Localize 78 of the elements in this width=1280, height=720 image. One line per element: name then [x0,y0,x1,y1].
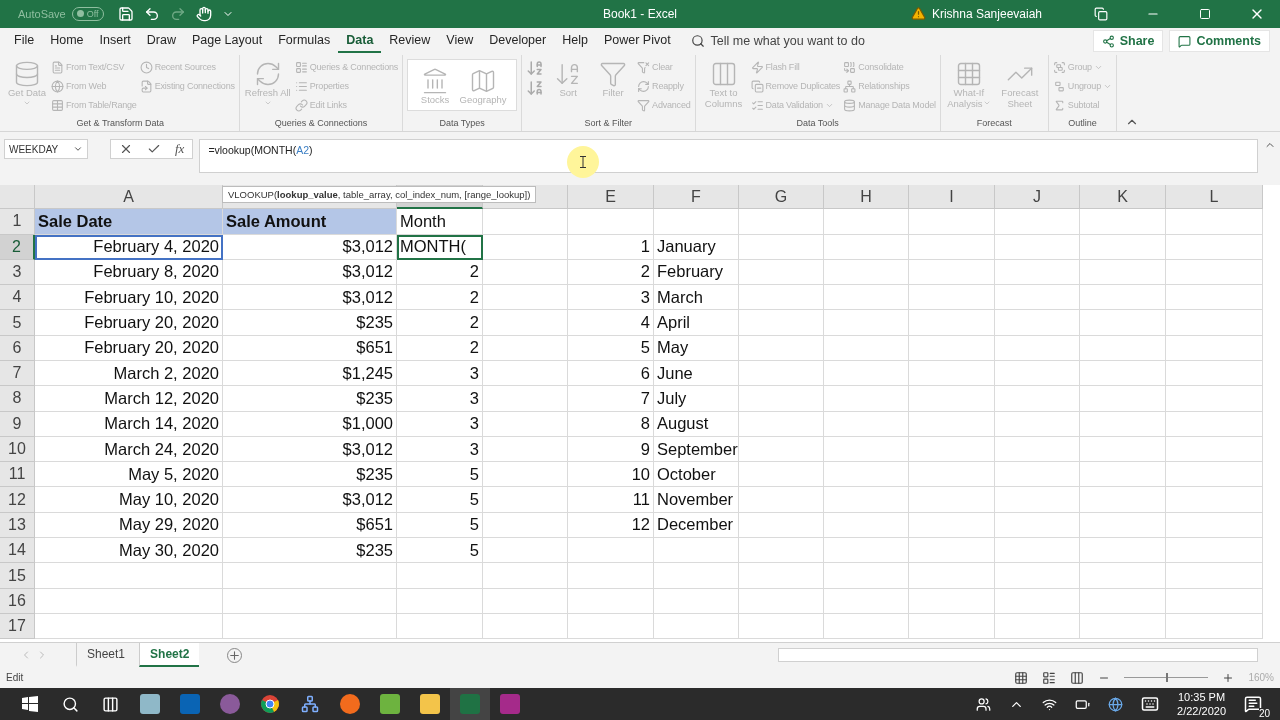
table-cell: January [654,234,739,260]
group-label: Data Types [438,118,486,131]
table-cell: 2 [568,259,654,286]
table-cell: March 2, 2020 [35,361,223,387]
table-cell: Month [397,209,483,235]
table-cell: 5 [397,538,483,564]
table-cell: April [654,310,739,336]
table-cell: February 10, 2020 [35,285,223,311]
table-cell: July [654,386,739,412]
table-cell: Sale Date [35,209,223,235]
table-cell: February 8, 2020 [35,259,223,286]
table-cell: 4 [568,310,654,336]
notification-count: 20 [1258,708,1270,719]
table-cell: May 30, 2020 [35,538,223,564]
table-cell: 5 [568,335,654,361]
group-label: Outline [1067,118,1098,131]
table-cell: 3 [397,436,483,463]
table-cell: 9 [568,436,654,463]
table-cell: $1,245 [223,361,397,387]
table-cell: February 20, 2020 [35,310,223,336]
table-cell: 2 [397,310,483,336]
table-cell: June [654,361,739,387]
table-cell: $235 [223,538,397,564]
table-cell: May 29, 2020 [35,512,223,539]
function-tooltip: VLOOKUP(lookup_value, table_array, col_index_num, [range_lookup]) [222,186,537,203]
table-cell: 3 [397,411,483,437]
table-cell: March [654,285,739,311]
table-cell: $3,012 [223,436,397,463]
table-cell: December [654,512,739,539]
table-cell: May [654,335,739,361]
table-cell: 3 [397,386,483,412]
table-cell: May 5, 2020 [35,462,223,488]
group-label: Data Tools [795,118,840,131]
table-cell: 6 [568,361,654,387]
table-cell: $235 [223,310,397,336]
table-cell: 1 [568,234,654,260]
table-cell: 3 [568,285,654,311]
table-cell: 11 [568,487,654,513]
table-cell: February 4, 2020 [35,234,223,260]
table-cell: March 14, 2020 [35,411,223,437]
table-cell: 3 [397,361,483,387]
table-cell: $235 [223,462,397,488]
table-cell: $3,012 [223,259,397,286]
group-label: Sort & Filter [583,118,634,131]
table-cell: 5 [397,512,483,539]
table-cell: $235 [223,386,397,412]
window-title: Book1 - Excel [603,6,677,21]
table-cell: February 20, 2020 [35,335,223,361]
table-cell: 8 [568,411,654,437]
table-cell: 2 [397,285,483,311]
table-cell: 2 [397,259,483,286]
table-cell: 5 [397,462,483,488]
table-cell: August [654,411,739,437]
table-cell: $3,012 [223,234,397,260]
group-label: Queries & Connections [273,118,369,131]
table-cell: October [654,462,739,488]
autosave-label: AutoSave [18,7,66,20]
table-cell: September [654,436,739,463]
table-cell: March 12, 2020 [35,386,223,412]
table-cell: 7 [568,386,654,412]
table-cell: Sale Amount [223,209,397,235]
table-cell: MONTH( [397,234,483,260]
table-cell: $651 [223,335,397,361]
group-label: Get & Transform Data [75,118,166,131]
table-cell: 2 [397,335,483,361]
table-cell: $1,000 [223,411,397,437]
status-mode: Edit [6,672,24,684]
table-cell: November [654,487,739,513]
table-cell: May 10, 2020 [35,487,223,513]
table-cell: $3,012 [223,487,397,513]
table-cell: $3,012 [223,285,397,311]
group-label: Forecast [975,118,1013,131]
table-cell: 12 [568,512,654,539]
table-cell: 5 [397,487,483,513]
table-cell: March 24, 2020 [35,436,223,463]
table-cell: 10 [568,462,654,488]
table-cell: February [654,259,739,286]
table-cell: $651 [223,512,397,539]
